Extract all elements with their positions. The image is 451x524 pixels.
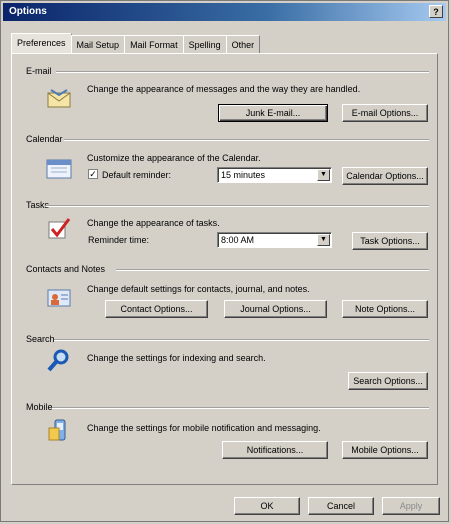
options-dialog: Options ? Preferences Mail Setup Mail Fo… — [0, 0, 449, 522]
contacts-section-label: Contacts and Notes — [26, 264, 106, 274]
reminder-time-value: 8:00 AM — [221, 235, 255, 245]
default-reminder-label: Default reminder: — [102, 170, 172, 180]
search-description: Change the settings for indexing and sea… — [87, 353, 266, 363]
tab-mail-format[interactable]: Mail Format — [124, 35, 184, 54]
calendar-separator — [64, 139, 429, 141]
magnifier-icon — [47, 349, 69, 372]
email-options-button[interactable]: E-mail Options... — [342, 104, 428, 122]
tab-mail-setup[interactable]: Mail Setup — [70, 35, 126, 54]
checkmark-icon — [48, 218, 71, 239]
contacts-description: Change default settings for contacts, jo… — [87, 284, 310, 294]
note-options-button[interactable]: Note Options... — [342, 300, 428, 318]
task-options-button[interactable]: Task Options... — [352, 232, 428, 250]
search-section-label: Search — [26, 334, 55, 344]
apply-button[interactable]: Apply — [382, 497, 440, 515]
search-separator — [54, 339, 429, 341]
search-options-button[interactable]: Search Options... — [348, 372, 428, 390]
notifications-button[interactable]: Notifications... — [222, 441, 328, 459]
chevron-down-icon[interactable]: ▼ — [317, 234, 330, 246]
calendar-icon — [46, 159, 72, 179]
default-reminder-checkbox[interactable]: ✓ — [88, 169, 98, 179]
tasks-separator — [46, 205, 429, 207]
email-section-label: E-mail — [26, 66, 52, 76]
preferences-panel: E-mail Change the appearance of messages… — [11, 53, 438, 485]
mobile-separator — [52, 407, 429, 409]
mobile-phone-icon — [48, 419, 66, 441]
title-bar[interactable]: Options ? — [3, 3, 446, 21]
tasks-description: Change the appearance of tasks. — [87, 218, 220, 228]
envelope-icon — [47, 89, 71, 108]
chevron-down-icon[interactable]: ▼ — [317, 169, 330, 181]
junk-email-button[interactable]: Junk E-mail... — [218, 104, 328, 122]
journal-options-button[interactable]: Journal Options... — [224, 300, 327, 318]
tab-other[interactable]: Other — [225, 35, 261, 54]
cancel-button[interactable]: Cancel — [308, 497, 374, 515]
reminder-time-select[interactable]: 8:00 AM ▼ — [217, 232, 332, 248]
calendar-description: Customize the appearance of the Calendar… — [87, 153, 261, 163]
help-button[interactable]: ? — [429, 5, 443, 18]
email-separator — [56, 71, 429, 73]
tab-preferences[interactable]: Preferences — [11, 33, 72, 54]
default-reminder-value: 15 minutes — [221, 170, 266, 180]
calendar-options-button[interactable]: Calendar Options... — [342, 167, 428, 185]
tab-strip: Preferences Mail Setup Mail Format Spell… — [11, 33, 261, 54]
email-description: Change the appearance of messages and th… — [87, 84, 361, 94]
calendar-section-label: Calendar — [26, 134, 63, 144]
ok-button[interactable]: OK — [234, 497, 300, 515]
window-title: Options — [9, 6, 47, 17]
mobile-description: Change the settings for mobile notificat… — [87, 423, 321, 433]
tab-spelling[interactable]: Spelling — [182, 35, 227, 54]
reminder-time-label: Reminder time: — [88, 235, 150, 245]
contact-options-button[interactable]: Contact Options... — [105, 300, 208, 318]
contact-card-icon — [47, 289, 71, 307]
contacts-separator — [116, 269, 429, 271]
default-reminder-select[interactable]: 15 minutes ▼ — [217, 167, 332, 183]
mobile-options-button[interactable]: Mobile Options... — [342, 441, 428, 459]
mobile-section-label: Mobile — [26, 402, 53, 412]
